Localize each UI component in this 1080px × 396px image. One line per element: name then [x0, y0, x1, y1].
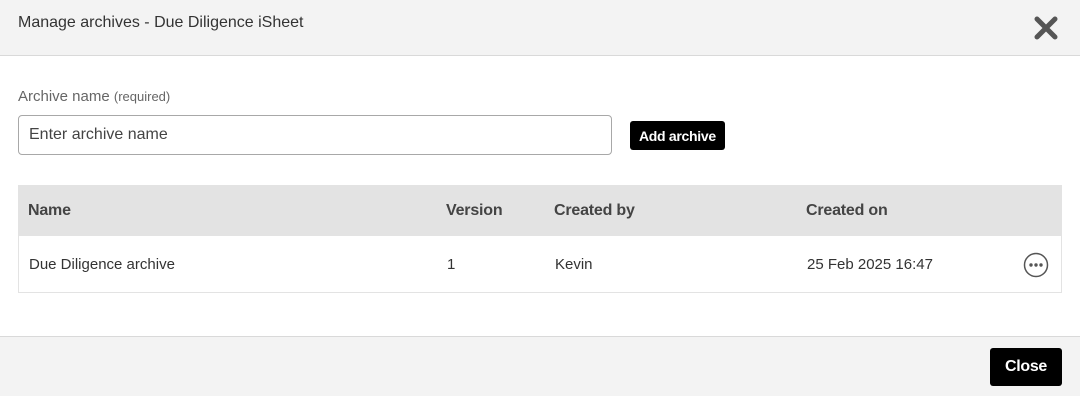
- column-header-created-by[interactable]: Created by: [554, 202, 635, 220]
- close-x-icon[interactable]: [1032, 14, 1060, 42]
- dialog-header: Manage archives - Due Diligence iSheet: [0, 0, 1080, 56]
- required-note: (required): [113, 89, 171, 104]
- table-header: Name Version Created by Created on: [18, 185, 1062, 236]
- archive-name-label-text: Archive name: [18, 88, 110, 105]
- archive-created-on-cell: 25 Feb 2025 16:47: [807, 256, 933, 273]
- dialog-footer: Close: [0, 336, 1080, 396]
- dialog-title: Manage archives - Due Diligence iSheet: [18, 14, 304, 31]
- manage-archives-dialog: Manage archives - Due Diligence iSheet A…: [0, 0, 1080, 396]
- archive-name-label: Archive name (required): [18, 88, 170, 105]
- archive-name-input[interactable]: [18, 115, 612, 155]
- add-archive-button[interactable]: Add archive: [630, 121, 725, 150]
- archive-version-cell: 1: [447, 256, 456, 273]
- table-row[interactable]: Due Diligence archive 1 Kevin 25 Feb 202…: [18, 236, 1062, 293]
- close-button[interactable]: Close: [990, 348, 1062, 386]
- archive-name-cell: Due Diligence archive: [29, 256, 175, 273]
- more-horizontal-icon[interactable]: [1023, 252, 1049, 278]
- column-header-created-on[interactable]: Created on: [806, 202, 888, 220]
- column-header-name[interactable]: Name: [28, 202, 71, 220]
- column-header-version[interactable]: Version: [446, 202, 503, 220]
- archive-created-by-cell: Kevin: [555, 256, 593, 273]
- archives-table: Name Version Created by Created on Due D…: [18, 185, 1062, 293]
